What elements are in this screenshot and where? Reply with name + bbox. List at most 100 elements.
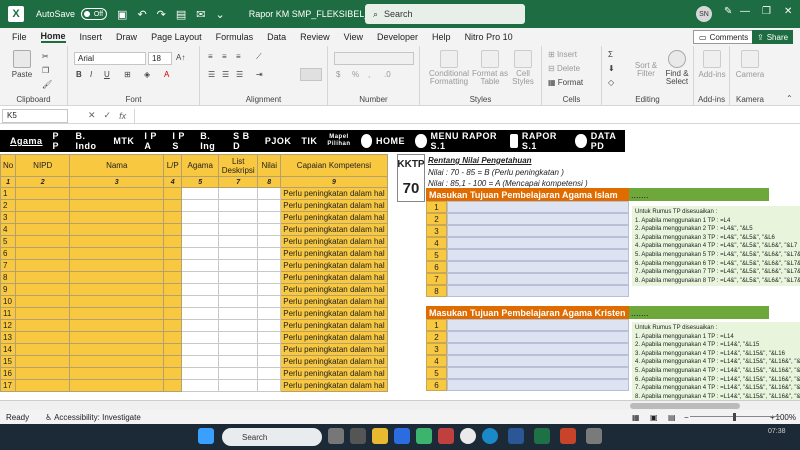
tp-input-cell[interactable] bbox=[447, 355, 629, 367]
tp-input-cell[interactable] bbox=[447, 249, 629, 261]
menu-page-layout[interactable]: Page Layout bbox=[151, 32, 202, 42]
table-cell[interactable] bbox=[257, 379, 282, 392]
percent-icon[interactable]: % bbox=[352, 70, 359, 79]
find-select-button[interactable]: Find & Select bbox=[662, 50, 692, 86]
table-cell[interactable] bbox=[15, 187, 71, 200]
table-cell[interactable] bbox=[163, 295, 183, 308]
copy-icon[interactable]: ❐ bbox=[42, 66, 49, 75]
zoom-slider-thumb[interactable] bbox=[733, 413, 736, 421]
paste-button[interactable]: Paste bbox=[8, 50, 36, 79]
table-cell[interactable] bbox=[257, 271, 282, 284]
minimize-icon[interactable]: — bbox=[740, 6, 750, 17]
table-cell[interactable] bbox=[218, 367, 259, 380]
table-cell[interactable] bbox=[181, 319, 220, 332]
table-cell[interactable] bbox=[218, 259, 259, 272]
widgets-icon[interactable] bbox=[350, 428, 366, 444]
clear-icon[interactable]: ◇ bbox=[608, 78, 614, 87]
row-number[interactable]: 12 bbox=[0, 319, 17, 332]
preview-icon[interactable]: ▤ bbox=[176, 8, 186, 21]
pen-icon[interactable]: ✎ bbox=[724, 6, 732, 17]
table-cell[interactable] bbox=[218, 307, 259, 320]
row-number[interactable]: 4 bbox=[0, 223, 17, 236]
table-cell[interactable] bbox=[181, 295, 220, 308]
table-cell[interactable] bbox=[257, 283, 282, 296]
table-cell[interactable] bbox=[181, 355, 220, 368]
table-cell[interactable] bbox=[163, 211, 183, 224]
table-cell[interactable] bbox=[257, 319, 282, 332]
redo-icon[interactable]: ↷ bbox=[157, 8, 166, 21]
avatar[interactable]: SN bbox=[696, 6, 712, 22]
cut-icon[interactable]: ✂ bbox=[42, 52, 49, 61]
indent-icon[interactable]: ⇥ bbox=[256, 70, 263, 79]
menu-formulas[interactable]: Formulas bbox=[216, 32, 254, 42]
format-table-button[interactable]: Format as Table bbox=[472, 50, 508, 86]
decimal-icon[interactable]: .0 bbox=[384, 70, 391, 79]
table-cell[interactable] bbox=[15, 331, 71, 344]
zoom-out-icon[interactable]: − bbox=[684, 413, 689, 422]
capaian-cell[interactable]: Perlu peningkatan dalam hal bbox=[280, 199, 388, 212]
font-size-select[interactable]: 18 bbox=[148, 52, 172, 65]
camera-button[interactable]: Camera bbox=[734, 50, 766, 79]
nav-agama[interactable]: Agama bbox=[10, 136, 43, 146]
table-cell[interactable] bbox=[257, 199, 282, 212]
table-cell[interactable] bbox=[257, 367, 282, 380]
email-icon[interactable]: ✉ bbox=[196, 8, 205, 21]
tp-input-cell[interactable] bbox=[447, 319, 629, 331]
table-cell[interactable] bbox=[181, 343, 220, 356]
table-cell[interactable] bbox=[69, 319, 165, 332]
table-cell[interactable] bbox=[218, 271, 259, 284]
tp-input-cell[interactable] bbox=[447, 261, 629, 273]
row-number[interactable]: 13 bbox=[0, 331, 17, 344]
capaian-cell[interactable]: Perlu peningkatan dalam hal bbox=[280, 259, 388, 272]
table-cell[interactable] bbox=[15, 307, 71, 320]
table-cell[interactable] bbox=[163, 187, 183, 200]
tp-input-cell[interactable] bbox=[447, 273, 629, 285]
table-cell[interactable] bbox=[69, 379, 165, 392]
table-cell[interactable] bbox=[15, 283, 71, 296]
table-cell[interactable] bbox=[163, 355, 183, 368]
table-cell[interactable] bbox=[15, 271, 71, 284]
back-arrow-icon[interactable] bbox=[415, 134, 427, 148]
capaian-cell[interactable]: Perlu peningkatan dalam hal bbox=[280, 247, 388, 260]
globe-icon[interactable] bbox=[575, 134, 587, 148]
merge-button[interactable] bbox=[300, 68, 322, 81]
menu-help[interactable]: Help bbox=[432, 32, 451, 42]
menu-view[interactable]: View bbox=[344, 32, 363, 42]
nav-link-data-pd[interactable]: DATA PD bbox=[591, 131, 625, 151]
comma-icon[interactable]: , bbox=[368, 70, 370, 79]
tp-input-cell[interactable] bbox=[447, 331, 629, 343]
table-cell[interactable] bbox=[257, 259, 282, 272]
bold-icon[interactable]: B bbox=[76, 70, 82, 79]
nav-ips[interactable]: I P S bbox=[172, 131, 190, 151]
table-cell[interactable] bbox=[218, 319, 259, 332]
word-icon[interactable] bbox=[508, 428, 524, 444]
table-cell[interactable] bbox=[181, 247, 220, 260]
table-cell[interactable] bbox=[69, 367, 165, 380]
table-cell[interactable] bbox=[257, 343, 282, 356]
align-left-icon[interactable]: ☰ bbox=[208, 70, 215, 79]
app-icon[interactable] bbox=[416, 428, 432, 444]
row-number[interactable]: 7 bbox=[0, 259, 17, 272]
row-number[interactable]: 9 bbox=[0, 283, 17, 296]
nav-link-home[interactable]: HOME bbox=[376, 136, 405, 146]
undo-icon[interactable]: ↶ bbox=[137, 8, 146, 21]
name-box[interactable]: K5 bbox=[2, 108, 68, 123]
table-cell[interactable] bbox=[69, 247, 165, 260]
store-icon[interactable] bbox=[394, 428, 410, 444]
accessibility-status[interactable]: ♿ Accessibility: Investigate bbox=[45, 413, 141, 422]
normal-view-icon[interactable]: ▦ bbox=[632, 413, 640, 422]
table-cell[interactable] bbox=[257, 355, 282, 368]
table-cell[interactable] bbox=[218, 343, 259, 356]
table-cell[interactable] bbox=[163, 247, 183, 260]
task-view-icon[interactable] bbox=[328, 428, 344, 444]
fx-icon[interactable]: fx bbox=[119, 111, 126, 121]
table-cell[interactable] bbox=[163, 307, 183, 320]
windows-start-icon[interactable] bbox=[198, 428, 214, 444]
kktp-value[interactable]: 70 bbox=[397, 180, 425, 197]
row-number[interactable]: 16 bbox=[0, 367, 17, 380]
table-cell[interactable] bbox=[218, 283, 259, 296]
align-bottom-icon[interactable]: ≡ bbox=[236, 52, 241, 61]
table-cell[interactable] bbox=[181, 283, 220, 296]
nav-ipa[interactable]: I P A bbox=[144, 131, 162, 151]
capaian-cell[interactable]: Perlu peningkatan dalam hal bbox=[280, 283, 388, 296]
